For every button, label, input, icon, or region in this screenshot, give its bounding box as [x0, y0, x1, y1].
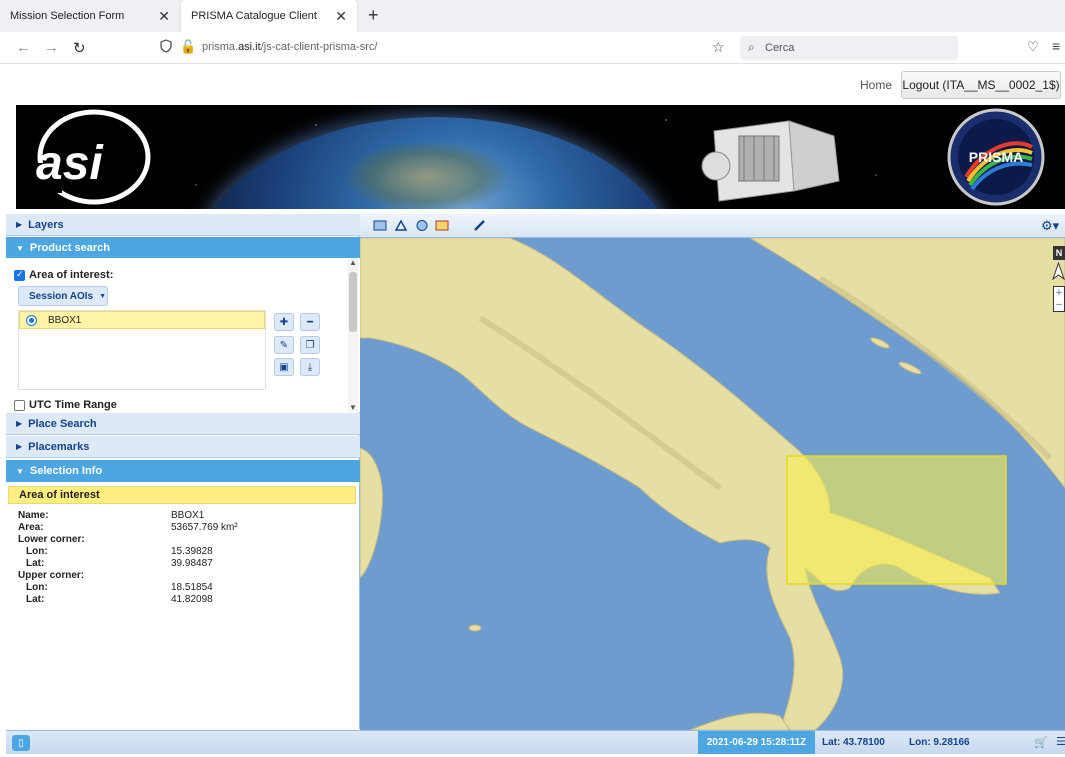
area-of-interest-label: Area of interest:	[29, 269, 114, 281]
session-aois-dropdown[interactable]: Session AOIs ▼	[18, 286, 108, 306]
lower-lon-value: 15.39828	[171, 546, 213, 557]
svg-text:asi: asi	[36, 137, 104, 190]
header-banner: asi PRISMA	[16, 105, 1065, 209]
expand-arrow-icon: ▶	[16, 419, 23, 428]
draw-circle-icon[interactable]	[414, 218, 430, 233]
hamburger-menu-icon[interactable]: ≡	[1052, 38, 1060, 54]
lower-lat-label: Lat:	[26, 558, 45, 569]
aoi-bbox-rectangle[interactable]	[786, 455, 1007, 585]
aoi-radio[interactable]	[26, 315, 37, 326]
tab-title: PRISMA Catalogue Client	[191, 10, 317, 22]
forward-icon[interactable]: →	[44, 39, 59, 56]
logout-button[interactable]: Logout (ITA__MS__0002_1$)	[901, 71, 1061, 99]
collapse-arrow-icon: ▼	[16, 466, 24, 476]
scroll-down-icon[interactable]: ▼	[349, 403, 357, 412]
island	[468, 624, 482, 632]
prisma-mission-logo: PRISMA	[947, 108, 1045, 206]
search-placeholder: Cerca	[765, 42, 795, 54]
settings-gear-icon[interactable]: ⚙▾	[1041, 218, 1059, 234]
north-indicator[interactable]: N	[1053, 246, 1065, 260]
place-search-header[interactable]: ▶ Place Search	[6, 413, 360, 435]
dropdown-caret-icon: ▼	[99, 292, 107, 300]
aoi-name: BBOX1	[48, 315, 82, 326]
name-label: Name:	[18, 510, 49, 521]
tab-prisma-catalogue-client[interactable]: PRISMA Catalogue Client ✕	[181, 0, 357, 32]
map-canvas[interactable]	[360, 238, 1065, 730]
download-aoi-button[interactable]: ⤓	[300, 358, 320, 376]
area-label: Area:	[18, 522, 44, 533]
close-tab-icon[interactable]: ✕	[335, 8, 347, 25]
current-datetime: 2021-06-29 15:28:11Z	[698, 731, 815, 754]
panel-toggle-button[interactable]: ▯	[12, 735, 30, 751]
utc-time-range-checkbox[interactable]	[14, 400, 25, 411]
draw-polygon-icon[interactable]	[393, 218, 409, 233]
scroll-thumb[interactable]	[349, 272, 357, 332]
upper-lat-value: 41.82098	[171, 594, 213, 605]
map-extent-icon[interactable]	[372, 218, 388, 233]
lower-lat-value: 39.98487	[171, 558, 213, 569]
collapse-arrow-icon: ▼	[16, 243, 24, 253]
tab-title: Mission Selection Form	[10, 10, 125, 22]
product-search-body: Area of interest: Session AOIs ▼ BBOX1 ✚…	[6, 258, 360, 412]
upper-lat-label: Lat:	[26, 594, 45, 605]
map-toolbar	[360, 214, 1065, 238]
layers-header[interactable]: ▶ Layers	[6, 214, 360, 236]
svg-text:PRISMA: PRISMA	[969, 149, 1023, 165]
url-text[interactable]: prisma.asi.it/js-cat-client-prisma-src/	[202, 41, 377, 53]
asi-logo: asi	[22, 109, 151, 205]
copy-aoi-button[interactable]: ❐	[300, 336, 320, 354]
area-value: 53657.769 km²	[171, 522, 238, 533]
pocket-icon[interactable]: ♡	[1027, 39, 1039, 55]
aoi-list-item[interactable]: BBOX1	[19, 311, 265, 329]
search-icon: ⌕	[748, 40, 755, 54]
lower-corner-label: Lower corner:	[18, 534, 85, 545]
tab-mission-selection-form[interactable]: Mission Selection Form ✕	[0, 0, 180, 32]
insecure-lock-icon[interactable]: 🔓	[180, 39, 196, 55]
edit-aoi-button[interactable]: ✎	[274, 336, 294, 354]
lower-lon-label: Lon:	[26, 546, 48, 557]
shield-icon[interactable]	[160, 39, 172, 53]
expand-arrow-icon: ▶	[16, 442, 23, 451]
browser-tab-bar: Mission Selection Form ✕ PRISMA Catalogu…	[0, 0, 1065, 32]
save-aoi-button[interactable]: ▣	[274, 358, 294, 376]
bookmark-star-icon[interactable]: ☆	[712, 39, 725, 56]
add-aoi-button[interactable]: ✚	[274, 313, 294, 331]
prisma-satellite-image	[701, 120, 840, 202]
close-tab-icon[interactable]: ✕	[158, 8, 170, 25]
back-icon[interactable]: ←	[16, 39, 31, 56]
remove-aoi-button[interactable]: ━	[300, 313, 320, 331]
compass-arrow-icon[interactable]	[1052, 262, 1065, 280]
app-top-nav: Home Logout (ITA__MS__0002_1$)	[0, 65, 1065, 105]
raster-layer-icon[interactable]	[434, 218, 450, 233]
upper-corner-label: Upper corner:	[18, 570, 85, 581]
expand-arrow-icon: ▶	[16, 220, 23, 229]
new-tab-icon[interactable]: +	[368, 5, 379, 26]
address-bar[interactable]: 🔓 prisma.asi.it/js-cat-client-prisma-src…	[150, 36, 735, 60]
upper-lon-value: 18.51854	[171, 582, 213, 593]
search-input[interactable]: ⌕ Cerca	[740, 36, 958, 60]
aoi-list: BBOX1	[18, 310, 266, 390]
cursor-longitude: Lon: 9.28166	[909, 737, 970, 748]
product-search-scrollbar[interactable]: ▲ ▼	[348, 258, 358, 412]
cart-icon[interactable]: 🛒	[1034, 736, 1048, 749]
list-icon[interactable]: ☰	[1056, 735, 1065, 748]
status-bar: ▯ 2021-06-29 15:28:11Z Lat: 43.78100 Lon…	[6, 730, 1065, 754]
measure-ruler-icon[interactable]	[472, 218, 488, 233]
selection-info-heading: Area of interest	[8, 486, 356, 504]
browser-navigation-bar: ← → ↻ 🔓 prisma.asi.it/js-cat-client-pris…	[0, 32, 1065, 64]
upper-lon-label: Lon:	[26, 582, 48, 593]
cursor-latitude: Lat: 43.78100	[822, 737, 885, 748]
zoom-control[interactable]: ＋－	[1053, 286, 1065, 312]
area-of-interest-checkbox[interactable]	[14, 269, 25, 281]
name-value: BBOX1	[171, 510, 205, 521]
utc-time-range-label: UTC Time Range	[29, 399, 117, 411]
placemarks-header[interactable]: ▶ Placemarks	[6, 436, 360, 458]
reload-icon[interactable]: ↻	[73, 39, 86, 57]
map-view[interactable]	[360, 238, 1065, 730]
product-search-header[interactable]: ▼ Product search	[6, 237, 360, 259]
home-link[interactable]: Home	[860, 78, 892, 92]
selection-info-header[interactable]: ▼ Selection Info	[6, 460, 360, 482]
scroll-up-icon[interactable]: ▲	[349, 258, 357, 267]
